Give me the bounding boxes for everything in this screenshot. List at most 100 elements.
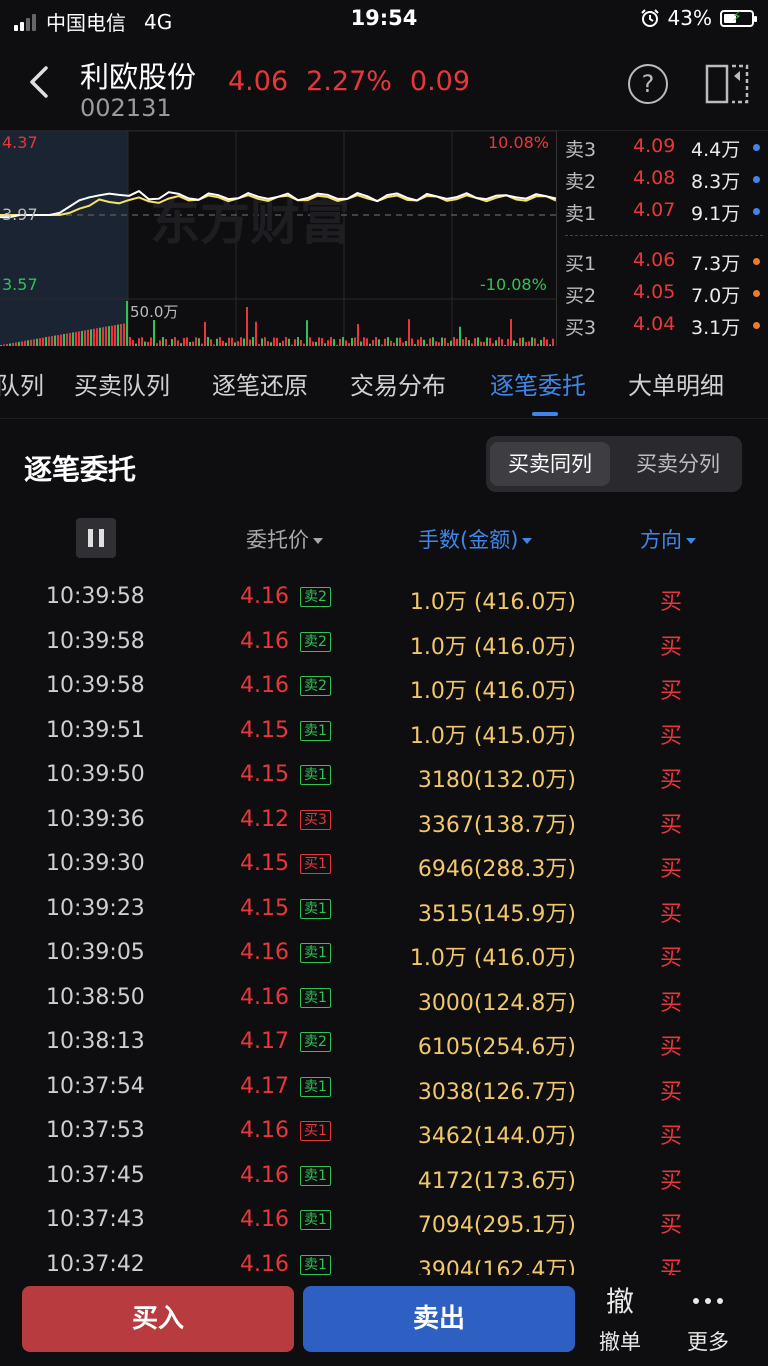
order-time: 10:38:13 xyxy=(46,1029,145,1054)
table-row: 10:38:50 4.16 卖1 3000(124.8万) 买 xyxy=(0,976,768,1020)
volume-bar xyxy=(204,321,206,347)
tab-tick-restore[interactable]: 逐笔还原 xyxy=(212,366,308,401)
order-direction: 买 xyxy=(660,946,683,971)
back-icon[interactable] xyxy=(22,62,62,102)
order-amount: 3515(145.9万) xyxy=(417,901,576,927)
volume-bar xyxy=(81,330,83,347)
volume-bar xyxy=(246,307,248,347)
price-header-label: 委托价 xyxy=(246,528,309,552)
orderbook-divider xyxy=(565,235,763,236)
table-row: 10:39:58 4.16 卖2 1.0万 (416.0万) 买 xyxy=(0,664,768,708)
tick-order-list[interactable]: 10:39:58 4.16 卖2 1.0万 (416.0万) 买 10:39:58 4.16… xyxy=(0,575,768,1275)
table-row: 10:37:42 4.16 卖1 3904(162.4万) 买 xyxy=(0,1243,768,1276)
bid-level-label: 买1 xyxy=(565,253,597,275)
order-price: 4.16 xyxy=(240,1207,289,1232)
bid-level-label: 买3 xyxy=(565,317,597,339)
cancel-order-button[interactable]: 撤 撤单 xyxy=(580,1284,660,1356)
seg-same-column[interactable]: 买卖同列 xyxy=(490,442,610,486)
order-time: 10:38:50 xyxy=(46,984,145,1010)
tab-large-orders[interactable]: 大单明细 xyxy=(628,366,724,401)
order-direction: 买 xyxy=(660,1124,683,1149)
table-row: 10:38:13 4.17 卖2 6105(254.6万) 买 xyxy=(0,1020,768,1064)
ask-volume: 8.3万 xyxy=(691,171,741,193)
pause-button[interactable] xyxy=(76,518,116,558)
battery-icon: ⚡ xyxy=(720,9,757,27)
bid-row-2: 买2 4.05 7.0万 xyxy=(557,281,768,311)
order-book[interactable]: 卖3 4.09 4.4万 卖2 4.08 8.3万 卖1 4.07 9.1万 买… xyxy=(556,130,768,347)
book-level-badge: 卖1 xyxy=(300,765,331,785)
sort-caret-icon xyxy=(686,538,696,544)
stock-header: 利欧股份 002131 4.06 2.27% 0.09 ? xyxy=(0,44,768,130)
seg-split-column[interactable]: 买卖分列 xyxy=(618,442,738,486)
volume-bar xyxy=(66,333,68,347)
tab-bid-ask-queue[interactable]: 买卖队列 xyxy=(74,366,170,401)
table-row: 10:39:51 4.15 卖1 1.0万 (415.0万) 买 xyxy=(0,709,768,753)
book-level-badge: 卖2 xyxy=(300,631,331,652)
status-bar: 中国电信 4G 19:54 43% ⚡ xyxy=(0,0,768,40)
order-amount: 1.0万 (416.0万) xyxy=(409,634,576,660)
order-price: 4.16 xyxy=(240,584,289,609)
tab-queue[interactable]: 队列 xyxy=(0,366,44,401)
volume-bar xyxy=(111,325,113,347)
order-time: 10:39:50 xyxy=(46,762,145,787)
book-level-badge: 卖1 xyxy=(300,943,331,963)
volume-bar xyxy=(153,320,155,347)
order-price: 4.15 xyxy=(240,851,289,876)
chart-prev-close-label: 3.97 xyxy=(2,205,38,224)
help-icon[interactable]: ? xyxy=(628,64,668,104)
order-time: 10:37:45 xyxy=(46,1162,145,1188)
direction-header-label: 方向 xyxy=(640,528,682,552)
order-amount: 1.0万 (416.0万) xyxy=(409,590,576,615)
book-level-badge: 卖1 xyxy=(300,1210,331,1230)
ask-price: 4.08 xyxy=(633,167,676,189)
active-tab-indicator xyxy=(532,412,558,416)
volume-bar xyxy=(126,301,128,347)
table-row: 10:39:23 4.15 卖1 3515(145.9万) 买 xyxy=(0,887,768,931)
bid-volume: 3.1万 xyxy=(691,317,741,339)
last-price: 4.06 xyxy=(228,66,289,97)
tab-tick-orders[interactable]: 逐笔委托 xyxy=(490,366,586,401)
volume-bar xyxy=(78,331,80,347)
order-direction: 买 xyxy=(660,590,683,615)
order-amount: 3038(126.7万) xyxy=(417,1079,576,1105)
ask-dot-icon xyxy=(753,208,760,215)
volume-bar xyxy=(69,332,71,347)
volume-bar xyxy=(105,326,107,347)
order-amount: 3904(162.4万) xyxy=(417,1257,576,1276)
bid-volume: 7.3万 xyxy=(691,253,741,275)
order-amount: 7094(295.1万) xyxy=(417,1213,576,1238)
order-time: 10:39:58 xyxy=(46,628,145,654)
table-row: 10:39:05 4.16 卖1 1.0万 (416.0万) 买 xyxy=(0,931,768,975)
order-price: 4.16 xyxy=(240,1118,289,1143)
layout-switch-icon[interactable] xyxy=(704,62,750,106)
book-level-badge: 卖2 xyxy=(300,1032,331,1052)
chart-down-limit-label: -10.08% xyxy=(480,275,547,294)
sell-button[interactable]: 卖出 xyxy=(303,1286,575,1352)
bid-dot-icon xyxy=(753,290,760,297)
ask-dot-icon xyxy=(753,144,760,151)
buy-button[interactable]: 买入 xyxy=(22,1286,294,1352)
volume-bar xyxy=(108,326,110,347)
volume-bar xyxy=(102,327,104,347)
direction-column-header[interactable]: 方向 xyxy=(640,524,696,554)
table-row: 10:39:58 4.16 卖2 1.0万 (416.0万) 买 xyxy=(0,620,768,664)
cancel-icon: 撤 xyxy=(605,1285,634,1318)
price-column-header[interactable]: 委托价 xyxy=(246,524,323,554)
stock-code: 002131 xyxy=(80,94,172,122)
more-button[interactable]: 更多 xyxy=(668,1284,748,1356)
order-price: 4.16 xyxy=(240,1251,289,1276)
ask-level-label: 卖3 xyxy=(565,139,597,161)
stock-name: 利欧股份 xyxy=(80,60,197,94)
ask-level-label: 卖2 xyxy=(565,171,597,193)
table-row: 10:37:54 4.17 卖1 3038(126.7万) 买 xyxy=(0,1065,768,1109)
chart-low-label: 3.57 xyxy=(2,275,38,294)
volume-bar xyxy=(87,329,89,347)
intraday-chart[interactable]: 东方财富 4.37 3.97 3.57 10.08% -10.08% 50.0万 xyxy=(0,130,556,347)
table-row: 10:39:58 4.16 卖2 1.0万 (416.0万) 买 xyxy=(0,575,768,619)
tab-trade-distribution[interactable]: 交易分布 xyxy=(350,366,446,401)
order-time: 10:37:43 xyxy=(46,1207,145,1232)
order-time: 10:37:53 xyxy=(46,1118,145,1143)
volume-bar xyxy=(408,319,410,347)
amount-column-header[interactable]: 手数(金额) xyxy=(418,524,533,554)
book-level-badge: 卖2 xyxy=(300,587,331,607)
